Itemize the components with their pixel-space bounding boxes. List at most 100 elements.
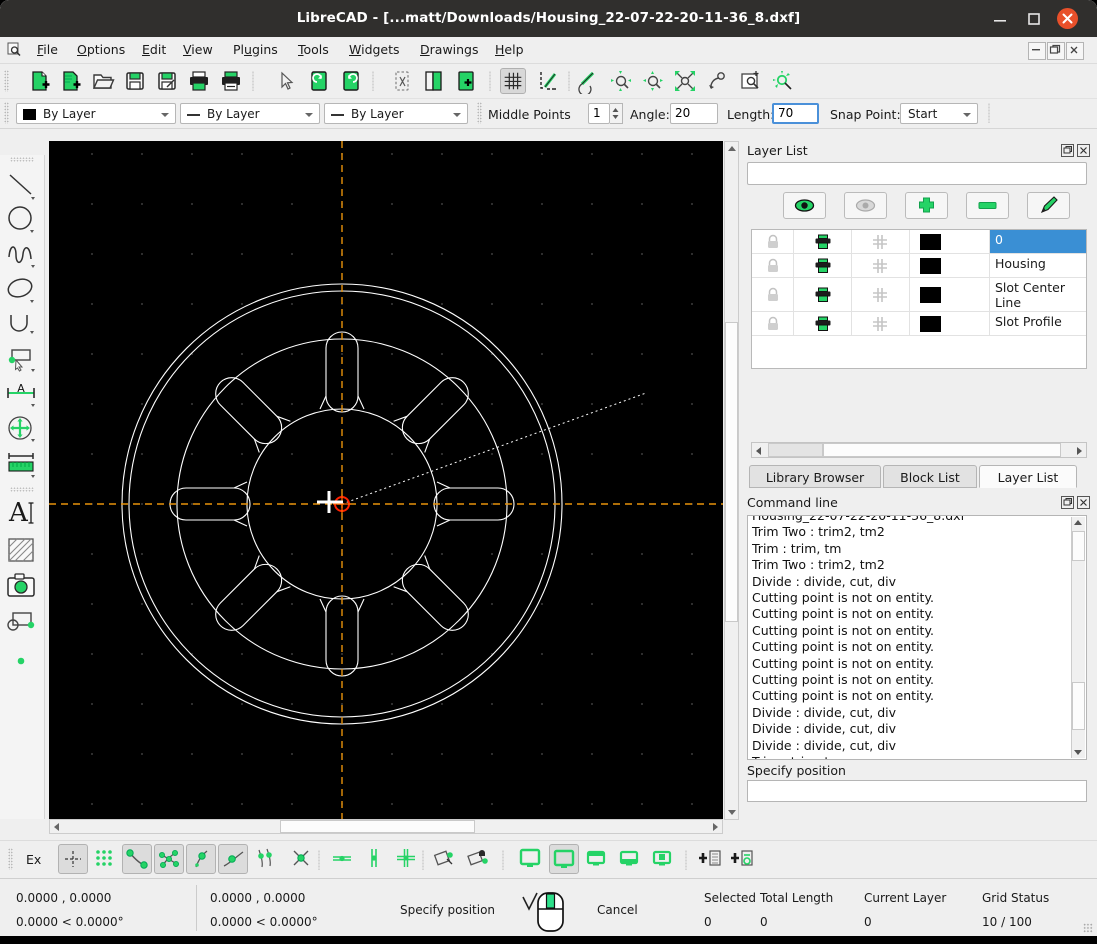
layer-construction-cell[interactable] [852,254,910,277]
zoom-redraw-icon[interactable] [770,68,796,94]
length-input[interactable]: 70 [772,103,819,124]
layer-panel-close-icon[interactable] [1077,144,1090,157]
mdi-close-button[interactable] [1066,42,1084,60]
zoom-window-icon[interactable] [738,68,764,94]
minimal-view-icon[interactable] [648,844,678,874]
new-file-icon[interactable] [27,68,53,94]
menu-plugins[interactable]: Plugins [228,41,283,59]
restrict-vertical-icon[interactable] [360,844,390,874]
menu-help[interactable]: Help [490,41,529,59]
layer-lock-cell[interactable] [752,230,794,253]
layer-row[interactable]: Slot Center Line [752,278,1086,312]
mdi-minimize-button[interactable] [1028,42,1046,60]
layer-construction-cell[interactable] [852,278,910,311]
scroll-thumb[interactable] [725,322,738,622]
layer-construction-cell[interactable] [852,312,910,335]
command-input[interactable] [747,780,1087,802]
search-icon[interactable] [6,41,23,58]
snap-free-icon[interactable] [58,844,88,874]
point-icon[interactable] [4,647,40,683]
tab-library-browser[interactable]: Library Browser [749,465,881,488]
scroll-thumb-2[interactable] [1072,682,1085,730]
ellipse-tool[interactable] [4,272,40,308]
tool-options-grip[interactable] [477,102,482,124]
layer-list-table[interactable]: 0 Housing Slot Center Line Slot Profile [751,229,1087,369]
image-icon[interactable] [4,569,40,605]
save-as-icon[interactable] [154,68,180,94]
linewidth-combo[interactable]: By Layer [180,103,320,124]
arc-tool[interactable] [4,307,40,343]
layer-name-cell[interactable]: Housing [990,254,1086,277]
layer-name-cell[interactable]: Slot Profile [990,312,1086,335]
modify-tool[interactable] [4,342,40,378]
layer-row[interactable]: 0 [752,230,1086,254]
snap-intersection-icon[interactable] [154,844,184,874]
redo-icon[interactable] [338,68,364,94]
toolbar-toggle-icon[interactable] [582,844,612,874]
draft-mode-icon[interactable] [534,68,560,94]
tab-block-list[interactable]: Block List [883,465,977,488]
snap-distance-icon[interactable] [250,844,280,874]
layer-filter-input[interactable] [747,162,1087,185]
menu-tools[interactable]: Tools [293,41,334,59]
layer-print-cell[interactable] [794,278,852,311]
circle-tool[interactable] [4,202,40,238]
snap-perpendicular-icon[interactable] [287,844,317,874]
show-all-layers-button[interactable] [783,192,826,219]
layer-row[interactable]: Slot Profile [752,312,1086,336]
move-rotate-icon[interactable] [4,412,40,448]
drawing-canvas[interactable] [49,141,723,820]
layer-print-cell[interactable] [794,254,852,277]
scroll-left-arrow-icon[interactable] [756,447,761,455]
print-icon[interactable] [186,68,212,94]
toolbar-grip[interactable] [4,70,9,92]
snap-center-icon[interactable] [218,844,248,874]
snap-endpoint-icon[interactable] [122,844,152,874]
layer-lock-cell[interactable] [752,278,794,311]
layer-panel-float-icon[interactable] [1061,144,1074,157]
spline-tool[interactable] [4,237,40,273]
menu-view[interactable]: View [178,41,218,59]
mdi-restore-button[interactable] [1047,42,1065,60]
zoom-in-icon[interactable] [608,68,634,94]
layer-name-cell[interactable]: Slot Center Line [990,278,1086,311]
scroll-right-arrow-icon[interactable] [713,823,718,831]
left-palette-grip-2[interactable] [10,487,34,492]
scroll-up-arrow-icon[interactable] [1074,520,1082,525]
edit-layer-quick-icon[interactable] [729,844,759,874]
scroll-left-arrow-icon[interactable] [54,823,59,831]
zoom-previous-icon[interactable] [576,68,602,96]
open-file-icon[interactable] [90,68,116,94]
ruler-icon[interactable] [4,447,40,483]
layer-print-cell[interactable] [794,312,852,335]
layer-print-cell[interactable] [794,230,852,253]
snap-middle-icon[interactable] [186,844,216,874]
menu-widgets[interactable]: Widgets [344,41,405,59]
scroll-down-arrow-icon[interactable] [1074,750,1082,755]
layer-construction-cell[interactable] [852,230,910,253]
left-palette-grip[interactable] [10,157,34,162]
hatch-icon[interactable] [4,533,40,569]
undo-icon[interactable] [306,68,332,94]
minimize-button[interactable] [991,10,1009,28]
close-button[interactable] [1057,8,1078,29]
linetype-combo[interactable]: By Layer [324,103,468,124]
command-log-scrollbar[interactable] [1071,517,1085,758]
options-toolbar-grip[interactable] [4,102,9,124]
layer-color-cell[interactable] [910,312,990,335]
layer-row[interactable]: Housing [752,254,1086,278]
edit-layer-button[interactable] [1027,192,1070,219]
tab-layer-list[interactable]: Layer List [979,465,1077,488]
snap-toolbar-grip[interactable] [8,848,13,870]
angle-input[interactable]: 20 [670,103,718,124]
block-icon[interactable] [4,605,40,641]
resize-grip[interactable] [1083,923,1093,933]
line-tool[interactable] [4,167,40,203]
layer-name-cell[interactable]: 0 [990,230,1086,253]
menu-options[interactable]: Options [72,41,130,59]
print-preview-icon[interactable] [218,68,244,94]
scroll-thumb[interactable] [280,820,475,833]
canvas-vertical-scrollbar[interactable] [724,141,739,820]
snap-grid-icon[interactable] [90,844,120,874]
cut-icon[interactable] [389,68,415,94]
